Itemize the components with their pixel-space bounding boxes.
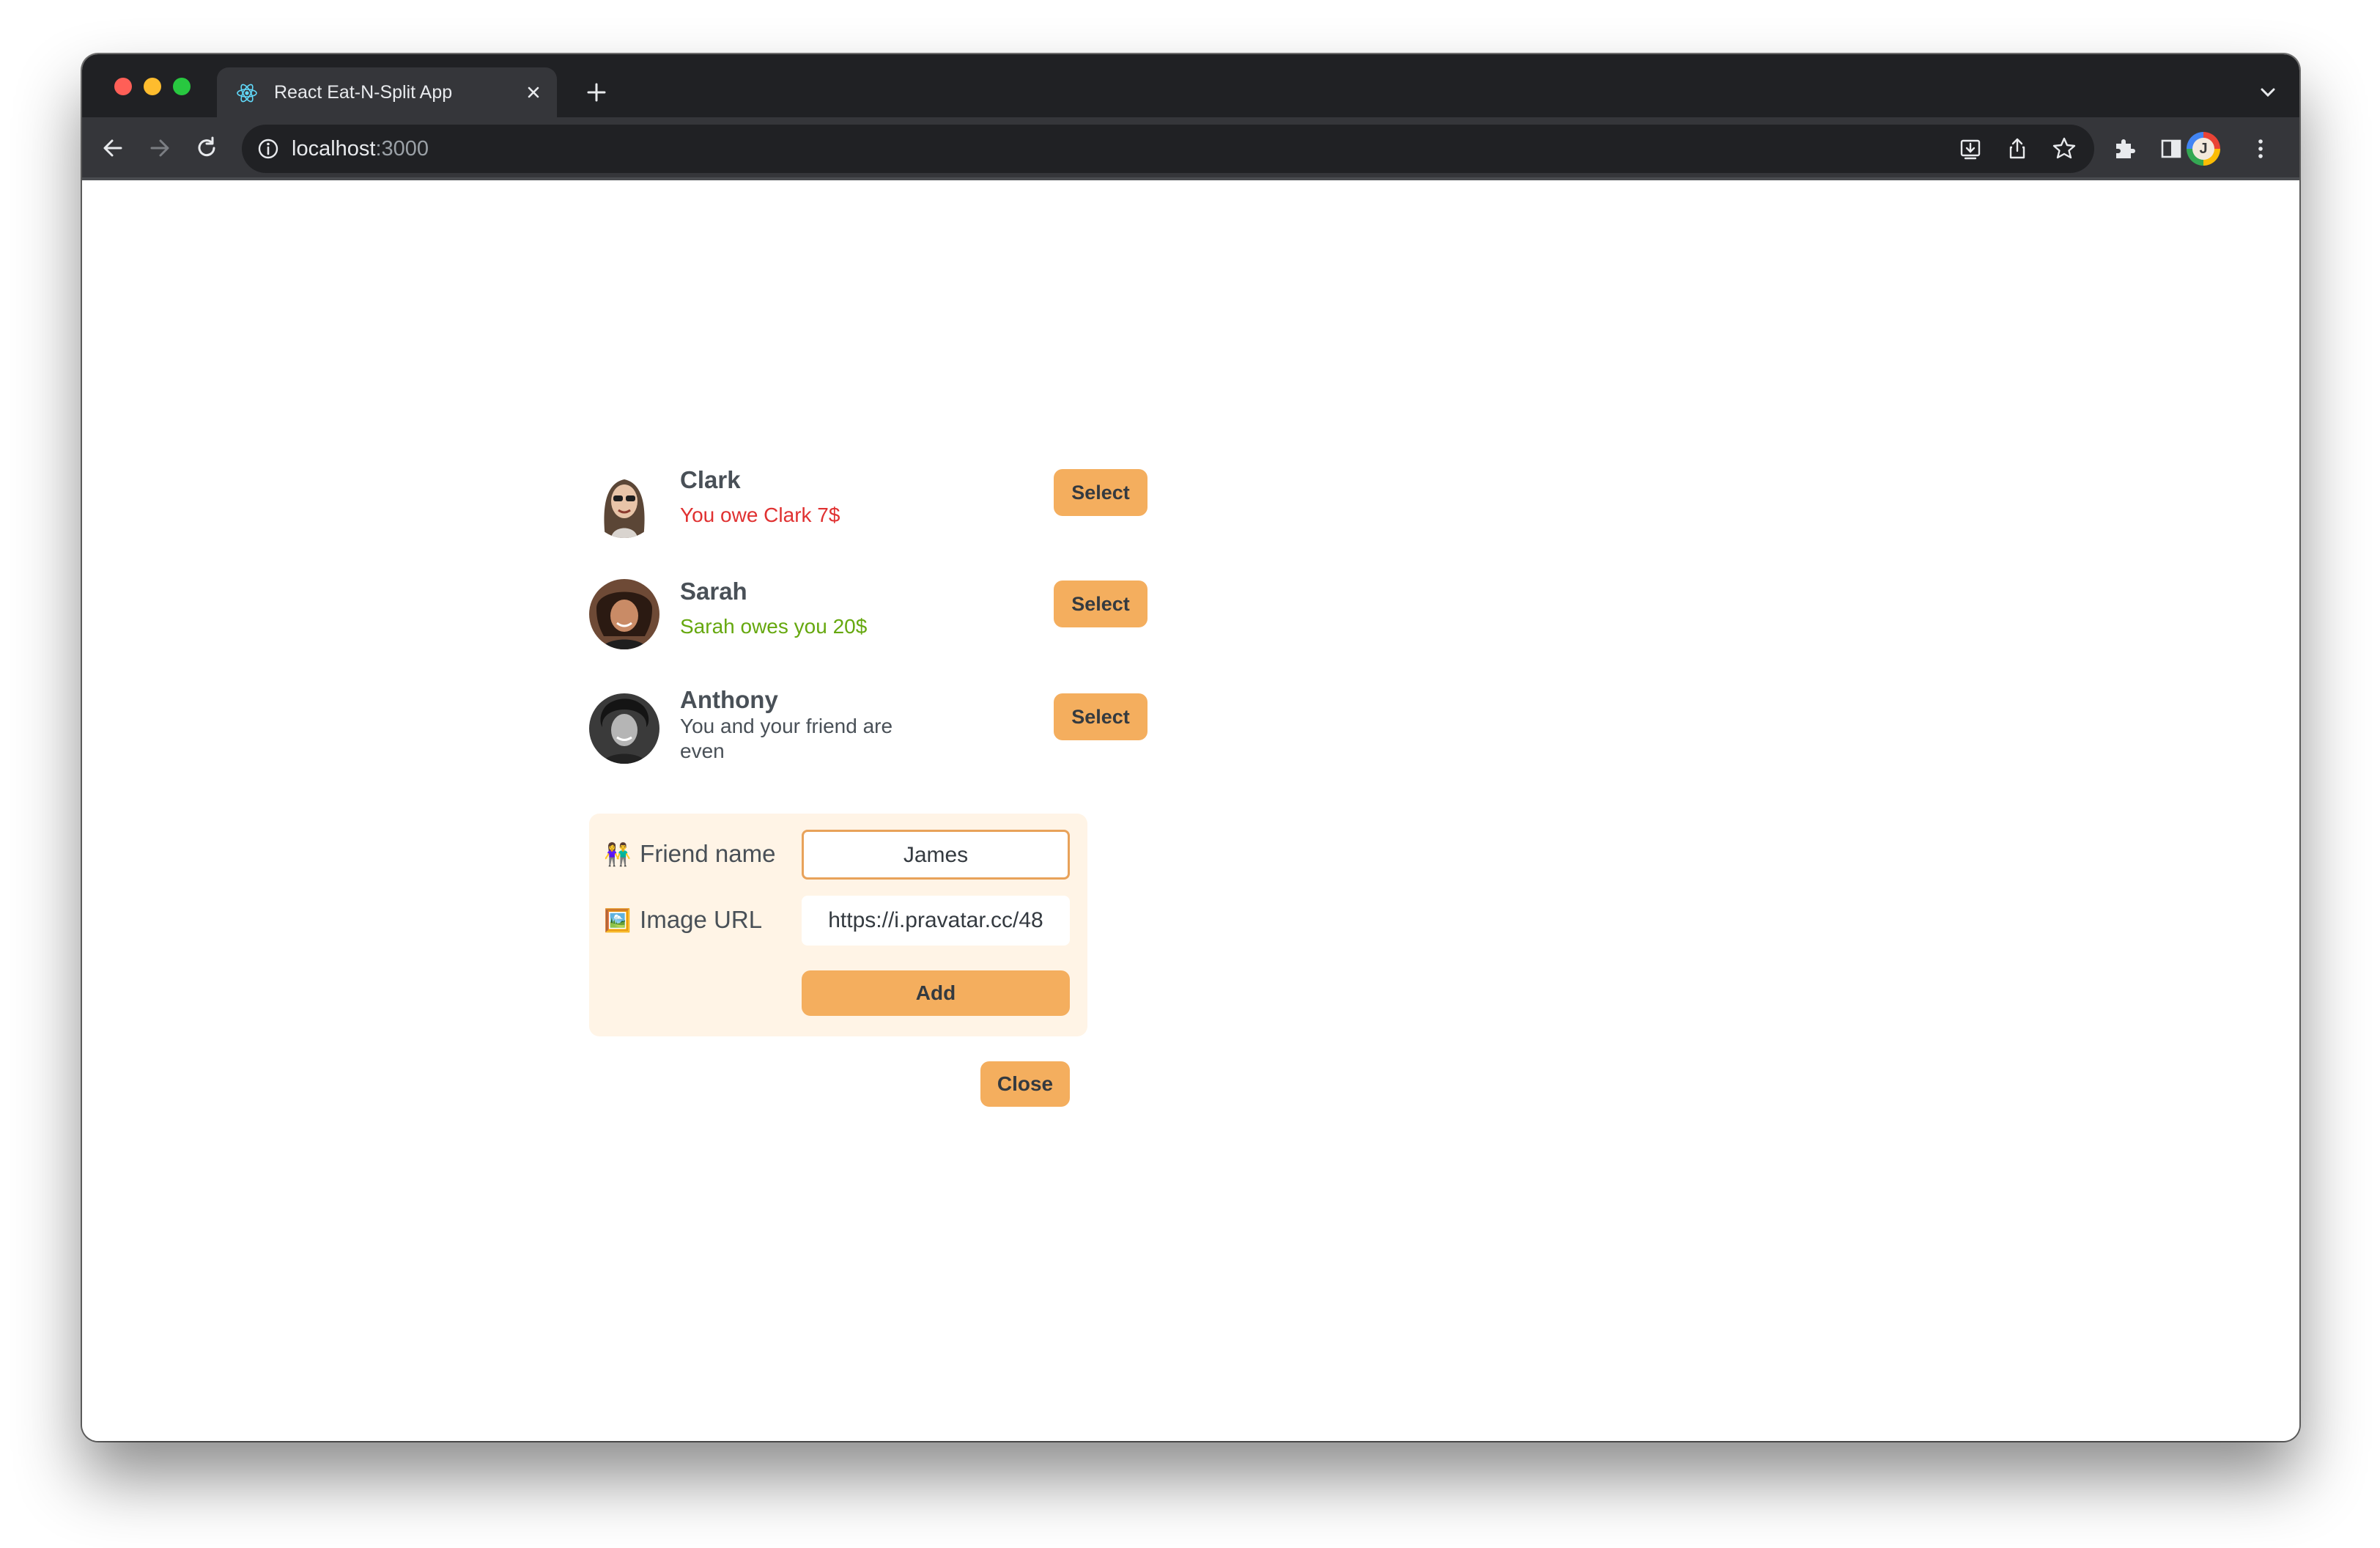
friend-avatar (589, 468, 659, 538)
friend-name: Sarah (680, 578, 747, 605)
profile-avatar-inner: J (2192, 138, 2214, 160)
browser-window: React Eat-N-Split App localhost:3000 J C… (82, 54, 2299, 1441)
image-url-input[interactable]: https://i.pravatar.cc/48 (802, 896, 1070, 946)
url-text: localhost:3000 (292, 137, 429, 161)
close-form-button[interactable]: Close (980, 1061, 1070, 1107)
friend-name: Clark (680, 466, 741, 493)
info-icon[interactable] (256, 137, 280, 161)
friend-balance: You and your friend are even (680, 715, 893, 762)
image-url-label: 🖼️ Image URL (604, 906, 762, 934)
bookmark-star-icon[interactable] (2050, 135, 2078, 163)
friend-balance: Sarah owes you 20$ (680, 615, 868, 638)
page-viewport: Clark You owe Clark 7$ Select Sarah Sara… (82, 183, 2299, 1441)
url-host: localhost (292, 137, 376, 161)
react-logo-icon (237, 84, 257, 103)
maximize-window-button[interactable] (173, 78, 191, 95)
add-friend-button[interactable]: Add (802, 970, 1070, 1016)
tab-title: React Eat-N-Split App (274, 82, 453, 103)
tab-strip: React Eat-N-Split App (82, 54, 2299, 117)
add-friend-form: 👫 Friend name James 🖼️ Image URL https:/… (589, 814, 1087, 1036)
friend-name-label-text: Friend name (640, 840, 776, 867)
more-menu-icon[interactable] (2247, 135, 2274, 163)
friend-balance: You owe Clark 7$ (680, 504, 840, 526)
friend-list-item: Anthony You and your friend are even Sel… (589, 686, 1148, 767)
friend-avatar (589, 693, 659, 764)
select-friend-button[interactable]: Select (1054, 469, 1148, 516)
tab-react-app[interactable]: React Eat-N-Split App (217, 67, 557, 117)
select-friend-button[interactable]: Select (1054, 693, 1148, 740)
share-icon[interactable] (2003, 135, 2031, 163)
friend-list-item: Clark You owe Clark 7$ Select (589, 463, 1148, 544)
friend-avatar (589, 579, 659, 649)
friend-name: Anthony (680, 686, 778, 713)
side-panel-icon[interactable] (2157, 135, 2185, 163)
new-tab-icon[interactable] (585, 81, 608, 104)
browser-toolbar: localhost:3000 J (82, 117, 2299, 180)
forward-arrow-icon[interactable] (147, 135, 173, 161)
close-tab-icon[interactable] (523, 82, 544, 103)
back-arrow-icon[interactable] (100, 135, 126, 161)
reload-icon[interactable] (193, 135, 220, 161)
address-bar[interactable]: localhost:3000 (242, 125, 2094, 173)
friend-list-item: Sarah Sarah owes you 20$ Select (589, 575, 1148, 655)
friends-emoji-icon: 👫 (604, 843, 632, 867)
minimize-window-button[interactable] (144, 78, 161, 95)
profile-avatar[interactable]: J (2187, 132, 2220, 166)
extensions-puzzle-icon[interactable] (2110, 135, 2138, 163)
close-window-button[interactable] (114, 78, 132, 95)
chevron-down-icon[interactable] (2257, 84, 2279, 101)
install-app-icon[interactable] (1956, 135, 1984, 163)
picture-emoji-icon: 🖼️ (604, 909, 632, 933)
friend-name-label: 👫 Friend name (604, 840, 775, 868)
friend-name-input[interactable]: James (802, 830, 1070, 880)
url-port: :3000 (375, 137, 429, 161)
image-url-label-text: Image URL (640, 906, 763, 933)
select-friend-button[interactable]: Select (1054, 580, 1148, 627)
